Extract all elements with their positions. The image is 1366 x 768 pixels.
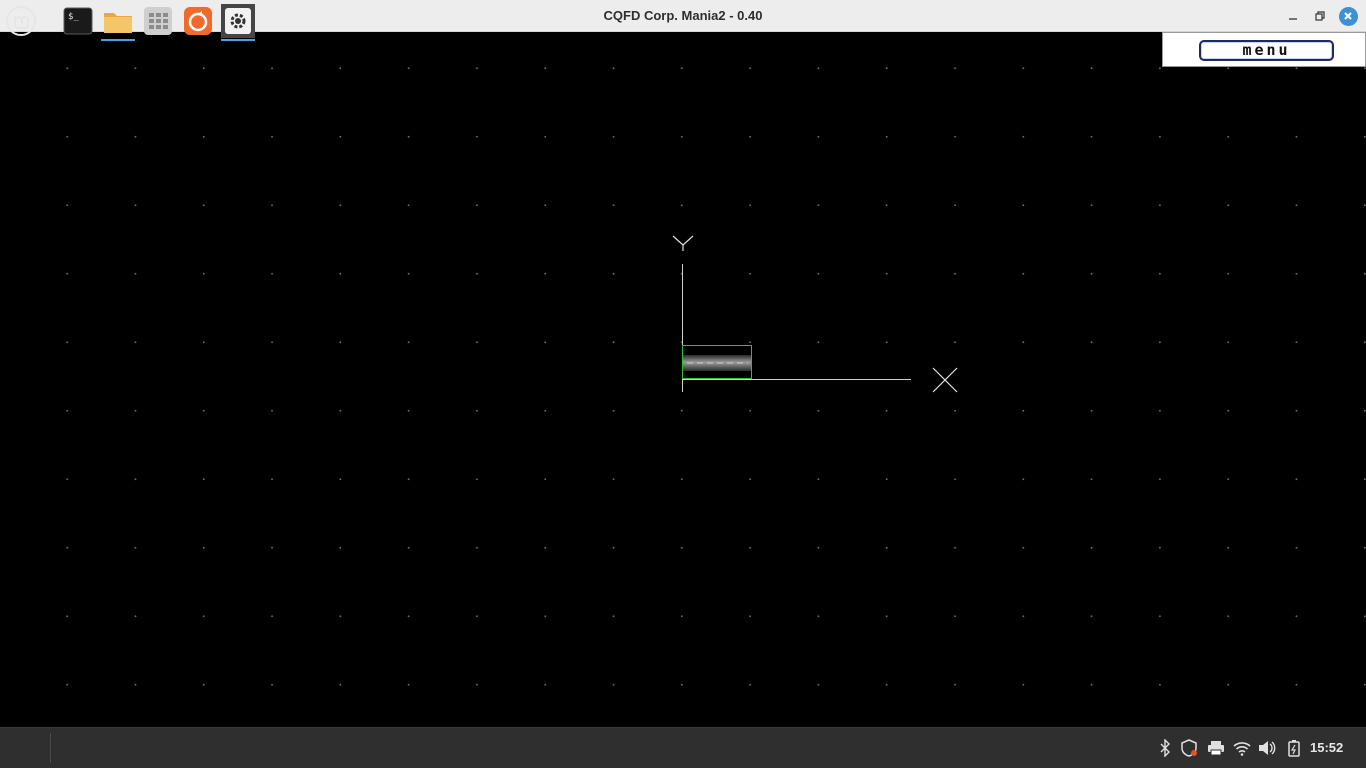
taskbar-settings[interactable] [221, 4, 255, 41]
battery-icon[interactable] [1285, 739, 1303, 757]
running-indicator [221, 39, 255, 41]
shield-icon[interactable] [1180, 739, 1198, 757]
minimize-icon [1289, 18, 1297, 20]
bluetooth-icon[interactable] [1156, 739, 1174, 757]
taskbar-separator [50, 733, 51, 763]
taskbar-files[interactable] [101, 4, 135, 41]
taskbar-terminal[interactable]: $_ [61, 4, 95, 38]
firefox-icon [184, 7, 212, 35]
linux-mint-logo-icon [6, 6, 36, 36]
maximize-button[interactable] [1310, 6, 1330, 26]
minimize-button[interactable] [1283, 6, 1303, 26]
gear-icon [225, 8, 251, 34]
svg-text:$_: $_ [68, 12, 79, 22]
menu-button[interactable]: menu [1199, 40, 1334, 61]
grid-icon [144, 7, 172, 35]
wifi-icon[interactable] [1233, 739, 1251, 757]
close-icon [1338, 6, 1358, 26]
printer-icon[interactable] [1207, 739, 1225, 757]
terminal-icon: $_ [63, 7, 93, 35]
editor-scene [672, 235, 958, 393]
close-button[interactable] [1338, 6, 1358, 26]
taskbar-clock[interactable]: 15:52 [1310, 727, 1343, 768]
folder-icon [104, 13, 132, 33]
taskbar-firefox[interactable] [181, 4, 215, 38]
menu-panel: menu [1162, 32, 1366, 67]
y-axis-label [672, 235, 694, 251]
taskbar-apps-grid[interactable] [141, 4, 175, 38]
game-viewport[interactable]: menu [0, 32, 1366, 727]
running-indicator [101, 39, 135, 41]
volume-icon[interactable] [1258, 739, 1276, 757]
start-menu-button[interactable] [4, 4, 38, 38]
restore-icon [1315, 11, 1325, 21]
x-axis-label [932, 367, 958, 393]
